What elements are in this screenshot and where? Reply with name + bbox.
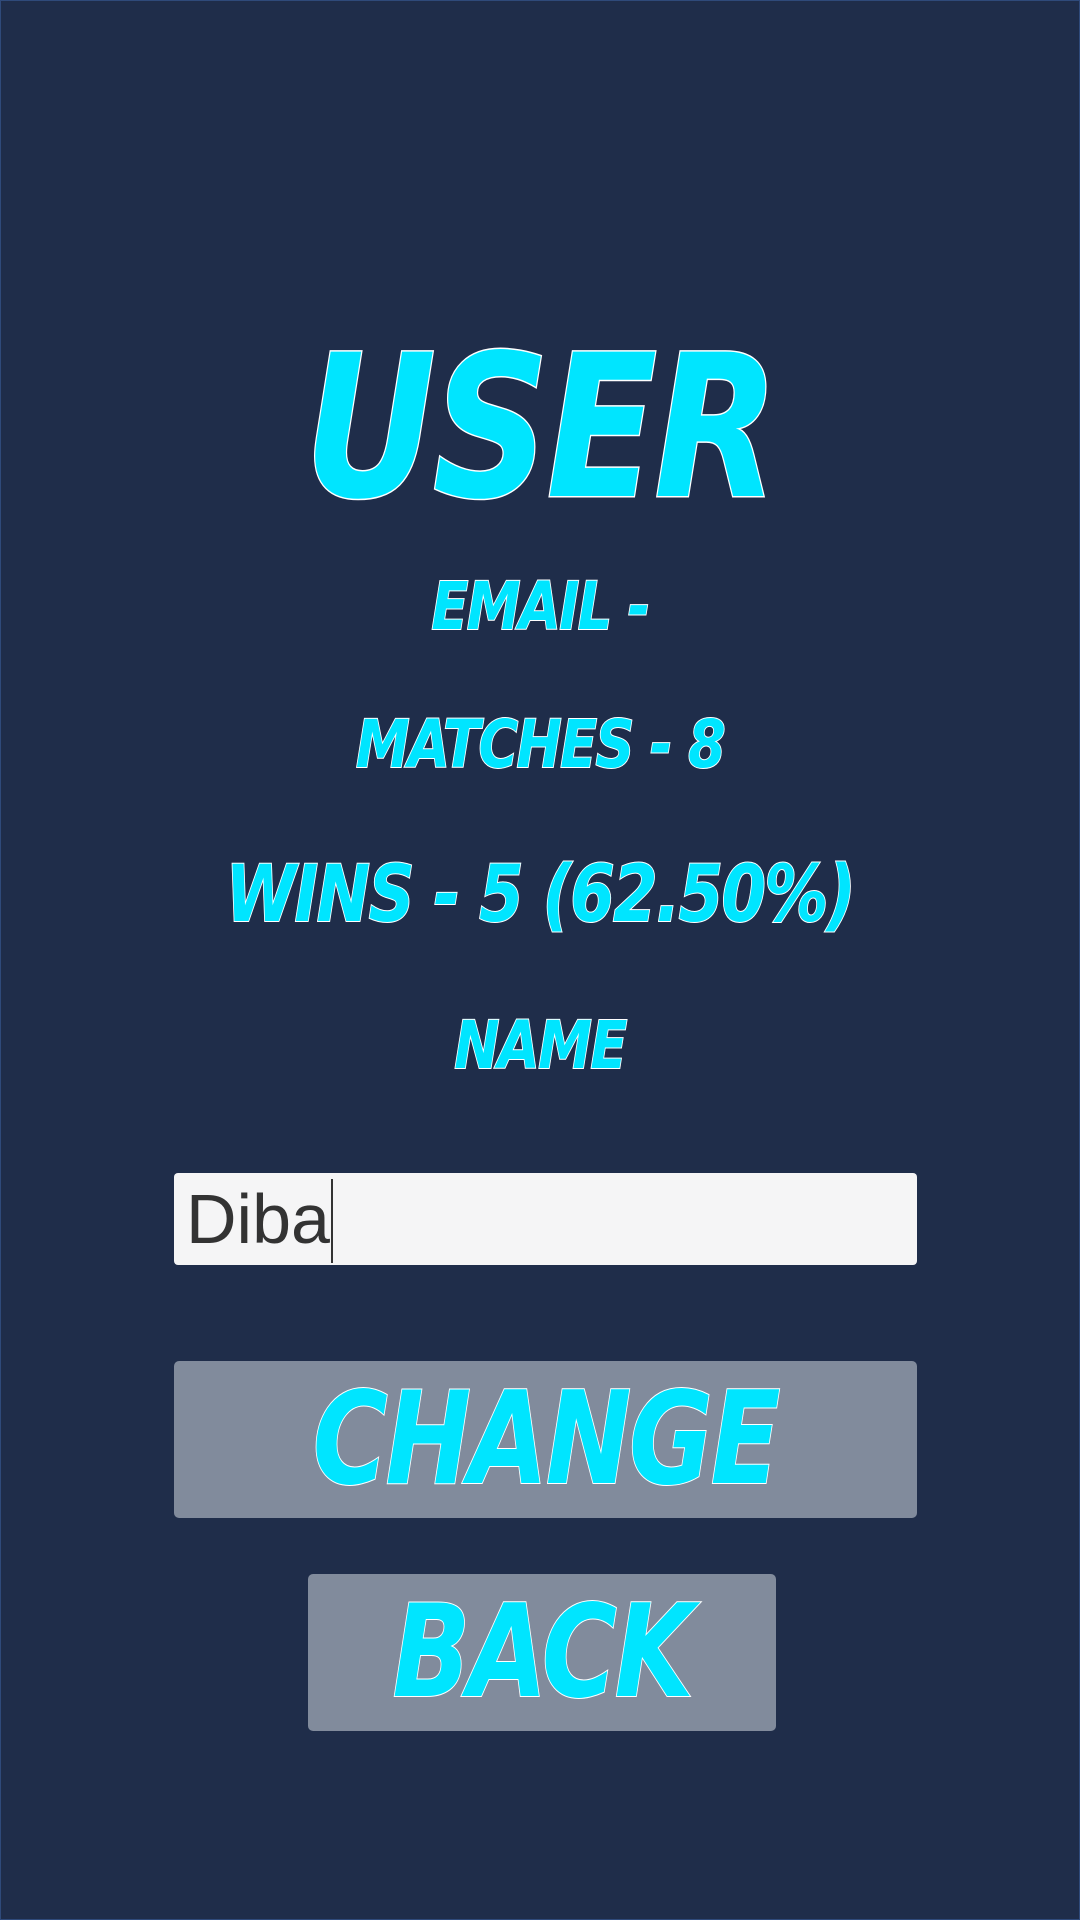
name-label: Name — [453, 1006, 628, 1085]
text-caret — [330, 1178, 333, 1263]
name-input-value: Diba — [186, 1180, 330, 1258]
page-title: User — [303, 312, 780, 543]
wins-stat: Wins - 5 (62.50%) — [225, 849, 857, 941]
name-input[interactable]: Diba — [174, 1173, 917, 1265]
back-button[interactable]: Back — [308, 1574, 776, 1731]
email-stat: Email - — [431, 567, 651, 646]
matches-stat: Matches - 8 — [355, 705, 726, 784]
change-button[interactable]: Change — [174, 1361, 917, 1518]
back-button-label: Back — [392, 1577, 695, 1728]
change-button-label: Change — [312, 1364, 781, 1515]
name-input-value-wrapper: Diba — [186, 1173, 333, 1265]
